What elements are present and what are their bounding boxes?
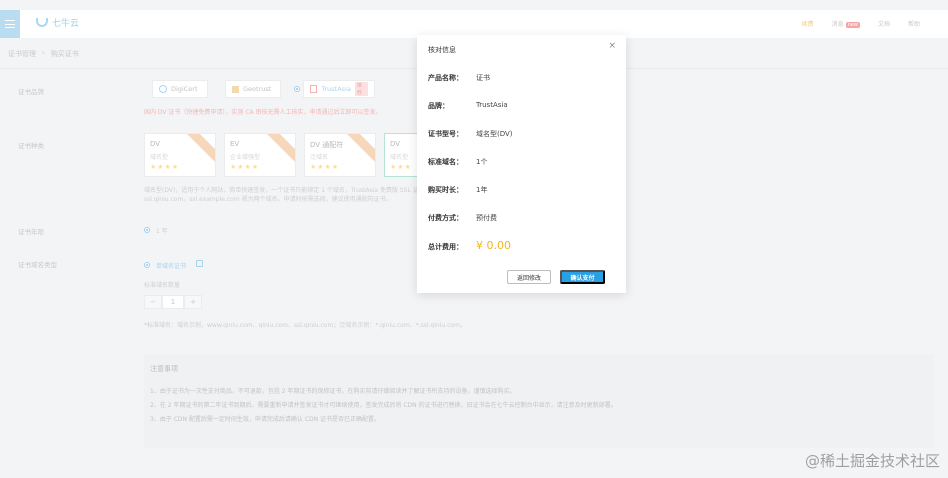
top-right-menu: 续费 消息 new 文档 帮助 (802, 19, 920, 28)
new-badge: new (845, 22, 860, 28)
total-price: ¥ 0.00 (476, 239, 511, 252)
qiniu-logo-icon (36, 18, 48, 27)
confirm-order-dialog: 核对信息 × 产品名称： 证书 品牌： TrustAsia 证书型号： 域名型(… (417, 35, 626, 293)
domain-count-label: 标准域名数量 (144, 282, 181, 289)
duration-value: 1 年 (156, 228, 168, 235)
notice-line-1: 1、由于证书为一次性支付商品，不可退款，包括 2 年期证书的保修证书，在购买前请… (150, 388, 516, 395)
cert-type-label: 证书种类 (18, 142, 44, 150)
top-item-renew[interactable]: 续费 (802, 19, 814, 28)
top-item-messages[interactable]: 消息 new (832, 19, 860, 28)
rating-stars: ★★★★ (230, 163, 260, 171)
stepper-plus-button[interactable]: + (184, 295, 202, 309)
help-icon[interactable] (196, 260, 203, 267)
domain-count-stepper: − 1 + (144, 295, 202, 309)
cert-type-hint-1: 域名型(DV)，适用于个人网站，简单快速签发，一个证书只能绑定 1 个域名，Tr… (144, 187, 455, 194)
brand-label: 证书品牌 (18, 88, 44, 96)
rating-stars: ★★★ (390, 163, 412, 171)
rating-stars: ★★★★ (150, 163, 180, 171)
breadcrumb-separator: › (42, 49, 45, 57)
recommend-tag: 推荐 (354, 82, 368, 96)
brand-logo[interactable]: 七牛云 (36, 16, 79, 29)
cert-card-dv-selected[interactable]: DV 域名型 ★★★ (384, 133, 418, 177)
corner-ribbon (344, 134, 375, 164)
brand-option-digicert[interactable]: DigiCert (152, 80, 208, 98)
domain-example-hint: *标准域名：域名示例，www.qiniu.com、qiniu.com、ssl.q… (144, 322, 466, 329)
brand-option-trustasia[interactable]: TrustAsia 推荐 (303, 80, 375, 98)
menu-toggle-button[interactable] (0, 10, 20, 38)
close-icon[interactable]: × (608, 42, 616, 51)
watermark: @稀土掘金技术社区 (804, 452, 940, 470)
domain-type-label: 证书域名类型 (18, 261, 57, 269)
top-navigation-bar: 七牛云 续费 消息 new 文档 帮助 (0, 10, 948, 38)
top-item-help[interactable]: 帮助 (908, 19, 920, 28)
duration-label: 证书年限 (18, 228, 44, 236)
confirm-payment-button[interactable]: 确认支付 (560, 270, 605, 284)
stepper-value-input[interactable]: 1 (162, 295, 184, 309)
notice-line-3: 3、由于 CDN 配置后需一定时间生效，申请完成后请确认 CDN 证书是否已正确… (150, 416, 381, 423)
back-to-edit-button[interactable]: 返回修改 (507, 270, 551, 284)
top-item-docs[interactable]: 文档 (878, 19, 890, 28)
dialog-title: 核对信息 (428, 46, 456, 54)
cert-card-dv[interactable]: DV 域名型 ★★★★ (144, 133, 216, 177)
brand-name: 七牛云 (52, 19, 80, 29)
notice-line-2: 2、在 2 年期证书的第二年证书到期后，需要重新申请并签发证书才可继续使用，签发… (150, 402, 617, 409)
cert-type-hint-2: ssl.qiniu.com，ssl.example.com 视为两个域名。申请时… (144, 196, 392, 203)
rating-stars: ★★★★ (310, 163, 340, 171)
digicert-logo-icon (159, 85, 167, 93)
notice-title: 注意事项 (150, 365, 178, 373)
breadcrumb: 证书管理 › 购买证书 (8, 49, 79, 59)
cert-card-dv-wildcard[interactable]: DV 通配符 泛域名 ★★★★ (304, 133, 376, 177)
domain-type-value: 单域名证书 (156, 263, 187, 270)
corner-ribbon (184, 134, 215, 164)
hamburger-icon (5, 20, 15, 28)
duration-radio-1-year[interactable] (144, 227, 150, 233)
breadcrumb-item-buy-cert: 购买证书 (50, 50, 79, 58)
brand-option-geotrust[interactable]: Geotrust (225, 80, 281, 98)
brand-radio-trustasia[interactable] (294, 86, 300, 92)
cert-card-ev[interactable]: EV 企业增强型 ★★★★ (224, 133, 296, 177)
geotrust-logo-icon (232, 85, 239, 93)
corner-ribbon (264, 134, 295, 164)
domain-type-radio-single[interactable] (144, 262, 150, 268)
breadcrumb-item-cert-management[interactable]: 证书管理 (8, 49, 36, 59)
stepper-minus-button[interactable]: − (144, 295, 162, 309)
brand-hint: 国内 DV 证书（快捷免费申请），实测 CA 审核无需人工核实，申请通过后立即可… (144, 109, 382, 116)
trustasia-logo-icon (310, 85, 318, 93)
notice-panel: 注意事项 1、由于证书为一次性支付商品，不可退款，包括 2 年期证书的保修证书，… (144, 354, 934, 448)
